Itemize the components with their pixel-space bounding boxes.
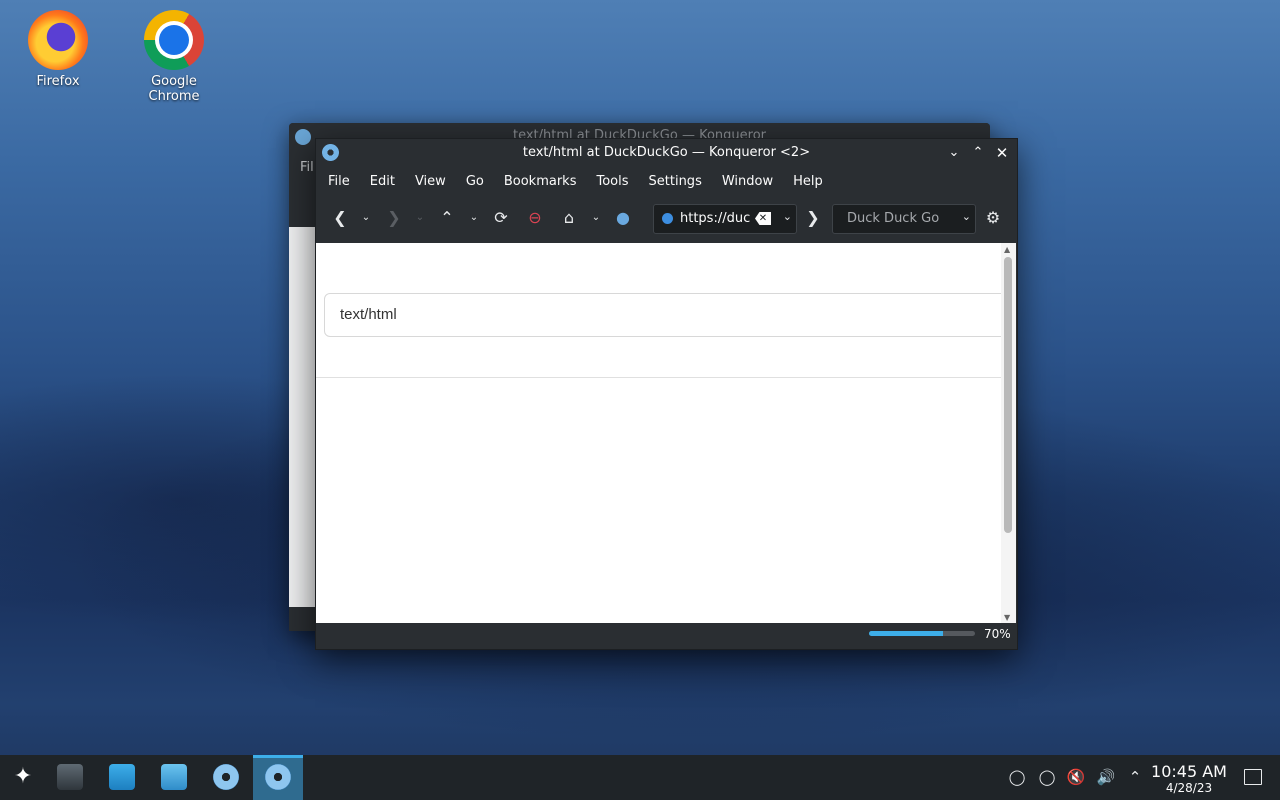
- url-text[interactable]: https://duckduckgo.com: [680, 211, 750, 226]
- load-progress-label: 70%: [984, 627, 1011, 641]
- chrome-icon: [144, 10, 204, 70]
- task-dolphin[interactable]: [151, 755, 196, 800]
- window-title: text/html at DuckDuckGo — Konqueror <2>: [522, 145, 811, 160]
- search-query-box[interactable]: text/html: [324, 293, 1016, 337]
- clear-url-icon[interactable]: ✕: [755, 212, 771, 225]
- vertical-scrollbar[interactable]: ▲ ▼: [1001, 243, 1016, 623]
- menu-bar: File Edit View Go Bookmarks Tools Settin…: [316, 167, 1017, 197]
- globe-icon: [662, 213, 673, 224]
- menu-edit[interactable]: Edit: [360, 167, 405, 197]
- task-konqueror-active[interactable]: [253, 755, 303, 800]
- close-button[interactable]: ✕: [993, 144, 1011, 162]
- scrollbar-thumb[interactable]: [1004, 257, 1012, 533]
- desktop-icon-chrome[interactable]: Google Chrome: [124, 4, 224, 104]
- clock-date: 4/28/23: [1165, 781, 1213, 795]
- scroll-down-icon[interactable]: ▼: [1004, 613, 1010, 622]
- home-icon[interactable]: ⌂: [557, 206, 581, 230]
- title-bar[interactable]: text/html at DuckDuckGo — Konqueror <2> …: [316, 139, 1017, 167]
- konqueror-window[interactable]: text/html at DuckDuckGo — Konqueror <2> …: [315, 138, 1018, 650]
- divider: [316, 377, 1001, 378]
- task-konqueror[interactable]: [203, 755, 248, 800]
- go-arrow-icon[interactable]: ❯: [801, 206, 825, 230]
- load-progress-bar: [869, 631, 975, 636]
- settings-icon: [57, 764, 83, 790]
- search-engine-field[interactable]: Duck Duck Go ⌄: [832, 204, 976, 234]
- reload-icon[interactable]: ⟳: [489, 206, 513, 230]
- url-history-chevron-icon[interactable]: ⌄: [783, 210, 792, 223]
- application-launcher[interactable]: ✦: [0, 755, 45, 800]
- menu-window[interactable]: Window: [712, 167, 783, 197]
- digital-clock[interactable]: 10:45 AM 4/28/23: [1150, 762, 1228, 796]
- forward-arrow-icon[interactable]: ❯: [382, 206, 406, 230]
- menu-file[interactable]: File: [318, 167, 360, 197]
- tray-expand-chevron-icon[interactable]: ⌃: [1125, 767, 1145, 787]
- firefox-icon: [28, 10, 88, 70]
- menu-bookmarks[interactable]: Bookmarks: [494, 167, 587, 197]
- search-engine-chevron-icon[interactable]: ⌄: [962, 210, 971, 223]
- back-arrow-icon[interactable]: ❮: [328, 206, 352, 230]
- menu-go[interactable]: Go: [456, 167, 494, 197]
- folder-icon: [161, 764, 187, 790]
- show-desktop-icon[interactable]: [1244, 769, 1262, 785]
- url-field[interactable]: https://duckduckgo.com ✕ ⌄: [653, 204, 797, 234]
- search-query-text[interactable]: text/html: [340, 306, 397, 323]
- desktop-icon-label: Firefox: [36, 74, 80, 89]
- konqueror-icon: [213, 764, 239, 790]
- desktop-icon-firefox[interactable]: Firefox: [8, 4, 108, 89]
- desktop-icon-label: Google Chrome: [148, 74, 200, 104]
- back-history-chevron-icon[interactable]: ⌄: [354, 206, 378, 230]
- taskbar: ✦ ◯ ◯ 🔇 🔊 ⌃ 10:45 AM 4/28/23: [0, 755, 1280, 800]
- mute-icon[interactable]: 🔇: [1066, 767, 1086, 787]
- user-icon[interactable]: ◯: [1007, 767, 1027, 787]
- menu-tools[interactable]: Tools: [586, 167, 638, 197]
- konqueror-icon: [265, 764, 291, 790]
- home-history-chevron-icon[interactable]: ⌄: [584, 206, 608, 230]
- user-switch-icon[interactable]: ◯: [1037, 767, 1057, 787]
- volume-icon[interactable]: 🔊: [1096, 767, 1116, 787]
- stop-icon[interactable]: ⊖: [523, 206, 547, 230]
- gear-icon[interactable]: ⚙: [981, 206, 1005, 230]
- konqueror-app-icon: [295, 129, 311, 145]
- clock-time: 10:45 AM: [1151, 762, 1227, 781]
- task-system-settings[interactable]: [47, 755, 92, 800]
- task-discover[interactable]: [99, 755, 144, 800]
- scroll-up-icon[interactable]: ▲: [1004, 245, 1010, 254]
- search-engine-label: Duck Duck Go: [847, 211, 940, 226]
- load-progress-fill: [869, 631, 944, 636]
- up-arrow-icon[interactable]: ⌃: [435, 206, 459, 230]
- menu-settings[interactable]: Settings: [639, 167, 712, 197]
- minimize-button[interactable]: ⌄: [945, 144, 963, 162]
- user-agent-icon[interactable]: ●: [611, 206, 635, 230]
- menu-file[interactable]: Fil: [300, 160, 314, 175]
- up-history-chevron-icon[interactable]: ⌄: [462, 206, 486, 230]
- web-content[interactable]: text/html: [316, 243, 1016, 623]
- status-bar: 70%: [316, 623, 1016, 648]
- forward-history-chevron-icon[interactable]: ⌄: [408, 206, 432, 230]
- launcher-icon: ✦: [13, 764, 33, 789]
- store-icon: [109, 764, 135, 790]
- maximize-button[interactable]: ⌃: [969, 144, 987, 162]
- toolbar: ❮ ⌄ ❯ ⌄ ⌃ ⌄ ⟳ ⊖ ⌂ ⌄ ● https://duckduckgo…: [316, 197, 1017, 243]
- menu-view[interactable]: View: [405, 167, 456, 197]
- menu-help[interactable]: Help: [783, 167, 833, 197]
